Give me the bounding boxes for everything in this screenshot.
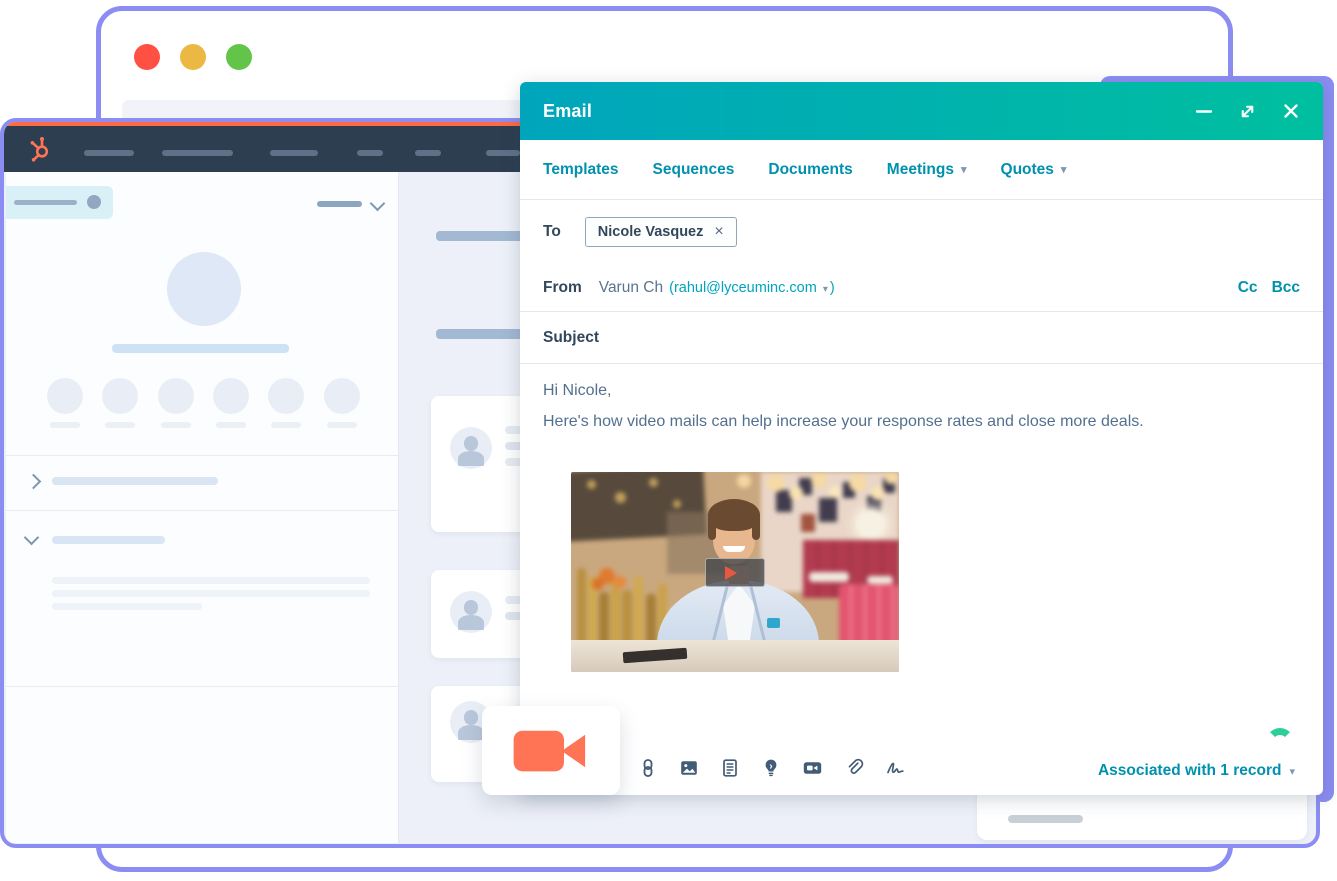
minimize-icon[interactable] [1194, 101, 1214, 121]
subject-row[interactable]: Subject [520, 312, 1323, 364]
video-thumbnail[interactable] [571, 472, 899, 672]
video-icon[interactable] [802, 758, 823, 778]
nav-item-placeholder[interactable] [357, 150, 383, 156]
modal-header: Email [520, 82, 1323, 140]
chevron-right-icon[interactable] [26, 474, 42, 490]
signature-icon[interactable] [885, 758, 907, 778]
recipient-chip[interactable]: Nicole Vasquez × [585, 217, 737, 247]
bcc-button[interactable]: Bcc [1272, 279, 1300, 297]
lightbulb-icon[interactable] [761, 758, 781, 778]
remove-recipient-icon[interactable]: × [714, 224, 723, 240]
nav-item-placeholder[interactable] [486, 150, 520, 156]
template-icon[interactable] [720, 758, 740, 778]
tab-quotes[interactable]: Quotes▾ [1001, 161, 1067, 179]
nav-item-placeholder[interactable] [84, 150, 134, 156]
from-label: From [543, 279, 582, 297]
contact-name-placeholder [112, 344, 289, 353]
thumbnail-counter [571, 640, 899, 672]
cc-button[interactable]: Cc [1238, 279, 1258, 297]
link-icon[interactable] [638, 758, 658, 778]
tab-templates[interactable]: Templates [543, 161, 619, 179]
section-title-placeholder [52, 477, 218, 485]
sender-name: Varun Ch [599, 279, 663, 297]
attachment-icon[interactable] [844, 758, 864, 778]
action-circle[interactable] [268, 378, 304, 414]
expand-icon[interactable] [1238, 102, 1257, 121]
back-link-placeholder[interactable] [6, 186, 113, 219]
chevron-down-icon: ▾ [823, 284, 828, 295]
chevron-down-icon: ▾ [1289, 765, 1295, 778]
body-line: Hi Nicole, [543, 382, 1300, 400]
camcorder-icon [512, 725, 590, 777]
action-circle[interactable] [47, 378, 83, 414]
chevron-down-icon[interactable] [370, 196, 386, 212]
chevron-down-icon: ▾ [961, 163, 967, 176]
action-circle[interactable] [324, 378, 360, 414]
traffic-light-zoom[interactable] [226, 44, 252, 70]
body-line: Here's how video mails can help increase… [543, 413, 1300, 431]
tab-documents[interactable]: Documents [768, 161, 852, 179]
to-label: To [543, 223, 561, 241]
nav-item-placeholder[interactable] [162, 150, 233, 156]
associated-records-dropdown[interactable]: Associated with 1 record ▾ [1098, 762, 1295, 780]
nav-item-placeholder[interactable] [270, 150, 318, 156]
email-body-editor[interactable]: Hi Nicole, Here's how video mails can he… [520, 364, 1323, 444]
traffic-light-minimize[interactable] [180, 44, 206, 70]
from-row: From Varun Ch (rahul@lyceuminc.com ▾) Cc… [520, 264, 1323, 312]
tab-sequences[interactable]: Sequences [653, 161, 735, 179]
action-circle[interactable] [102, 378, 138, 414]
editor-toolbar [638, 758, 907, 778]
close-icon[interactable] [1281, 101, 1301, 121]
image-icon[interactable] [679, 758, 699, 778]
play-icon [725, 566, 737, 580]
modal-tabs: Templates Sequences Documents Meetings▾ … [520, 140, 1323, 200]
modal-title: Email [543, 82, 592, 140]
tab-meetings[interactable]: Meetings▾ [887, 161, 967, 179]
video-record-button[interactable] [482, 706, 620, 795]
chevron-down-icon[interactable] [24, 530, 40, 546]
traffic-light-close[interactable] [134, 44, 160, 70]
page: Email Templates Sequences Documents Meet… [0, 0, 1337, 881]
action-circle[interactable] [158, 378, 194, 414]
person-avatar-icon [450, 591, 492, 633]
chevron-down-icon: ▾ [1061, 163, 1067, 176]
contact-avatar [167, 252, 241, 326]
actions-placeholder[interactable] [317, 201, 362, 207]
person-avatar-icon [450, 427, 492, 469]
hubspot-sprocket-icon[interactable] [26, 135, 54, 163]
play-button[interactable] [705, 558, 765, 587]
sender-email-dropdown[interactable]: (rahul@lyceuminc.com ▾) [669, 280, 835, 296]
section-title-placeholder [52, 536, 165, 544]
contact-sidebar [6, 172, 399, 843]
nav-item-placeholder[interactable] [415, 150, 441, 156]
action-circle[interactable] [213, 378, 249, 414]
email-compose-modal: Email Templates Sequences Documents Meet… [520, 82, 1323, 795]
green-arc-decoration [1266, 728, 1294, 756]
to-row[interactable]: To Nicole Vasquez × [520, 200, 1323, 264]
subject-label: Subject [543, 329, 599, 347]
